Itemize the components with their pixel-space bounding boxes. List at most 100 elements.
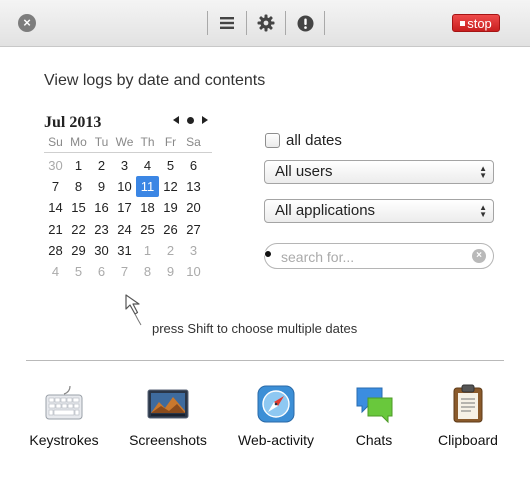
applications-select-value: All applications — [275, 202, 376, 219]
chats-button[interactable]: Chats — [344, 384, 404, 448]
calendar-day[interactable]: 15 — [67, 197, 90, 218]
list-button[interactable] — [208, 10, 246, 36]
next-month-icon[interactable] — [202, 116, 208, 124]
calendar-weekday-row: Su Mo Tu We Th Fr Sa — [44, 134, 212, 153]
calendar-day[interactable]: 2 — [159, 240, 182, 261]
toolbar-button-group — [207, 10, 325, 36]
calendar-day[interactable]: 20 — [182, 197, 205, 218]
calendar-day[interactable]: 1 — [67, 155, 90, 176]
calendar-day[interactable]: 10 — [182, 261, 205, 282]
stop-label: stop — [467, 16, 492, 31]
weekday-label: We — [115, 135, 134, 149]
calendar-day[interactable]: 27 — [182, 219, 205, 240]
calendar-day[interactable]: 6 — [90, 261, 113, 282]
users-select[interactable]: All users ▲ ▼ — [264, 160, 494, 184]
calendar-day[interactable]: 4 — [44, 261, 67, 282]
calendar-day[interactable]: 9 — [159, 261, 182, 282]
calendar-day[interactable]: 7 — [113, 261, 136, 282]
weekday-label: Th — [140, 135, 155, 149]
calendar-day[interactable]: 21 — [44, 219, 67, 240]
calendar-day[interactable]: 25 — [136, 219, 159, 240]
calendar: Jul 2013 Su Mo Tu We Th Fr Sa 30 1 2 3 4 5 6 7 8 9 10 11 1… — [44, 112, 212, 282]
calendar-day[interactable]: 5 — [159, 155, 182, 176]
calendar-day[interactable]: 29 — [67, 240, 90, 261]
calendar-day[interactable]: 4 — [136, 155, 159, 176]
calendar-day[interactable]: 17 — [113, 197, 136, 218]
clipboard-label: Clipboard — [438, 432, 498, 448]
calendar-day[interactable]: 7 — [44, 176, 67, 197]
all-dates-label: all dates — [286, 132, 342, 149]
search-indicator-dot — [264, 250, 272, 258]
section-divider — [26, 360, 504, 361]
stop-button[interactable]: stop — [452, 14, 500, 32]
list-icon — [220, 17, 234, 29]
alert-button[interactable] — [286, 10, 324, 36]
clear-search-icon[interactable]: × — [472, 249, 486, 263]
toolbar-separator — [324, 11, 325, 35]
close-button[interactable]: × — [18, 14, 36, 32]
search-field[interactable]: × — [264, 243, 494, 269]
calendar-day[interactable]: 11 — [136, 176, 159, 198]
calendar-header: Jul 2013 — [44, 112, 212, 134]
calendar-day[interactable]: 30 — [90, 240, 113, 261]
calendar-day[interactable]: 6 — [182, 155, 205, 176]
screenshot-icon — [147, 389, 189, 419]
calendar-day[interactable]: 14 — [44, 197, 67, 218]
screenshots-label: Screenshots — [129, 432, 207, 448]
all-dates-checkbox-row[interactable]: all dates — [265, 132, 342, 149]
calendar-day[interactable]: 19 — [159, 197, 182, 218]
clipboard-icon — [453, 384, 483, 423]
calendar-day[interactable]: 31 — [113, 240, 136, 261]
calendar-day[interactable]: 13 — [182, 176, 205, 197]
keyboard-icon — [45, 385, 83, 420]
multi-date-hint: press Shift to choose multiple dates — [152, 321, 358, 336]
calendar-day[interactable]: 26 — [159, 219, 182, 240]
calendar-day[interactable]: 2 — [90, 155, 113, 176]
calendar-day[interactable]: 3 — [182, 240, 205, 261]
applications-select[interactable]: All applications ▲ ▼ — [264, 199, 494, 223]
calendar-day[interactable]: 22 — [67, 219, 90, 240]
calendar-day[interactable]: 28 — [44, 240, 67, 261]
all-dates-checkbox[interactable] — [265, 133, 280, 148]
keystrokes-label: Keystrokes — [29, 432, 99, 448]
weekday-label: Tu — [94, 135, 109, 149]
weekday-label: Su — [48, 135, 63, 149]
updown-chevron-icon: ▲ ▼ — [479, 164, 487, 180]
calendar-grid: 30 1 2 3 4 5 6 7 8 9 10 11 12 13 14 15 16 17 18 19 20 21 22 23 2… — [44, 155, 212, 282]
calendar-day[interactable]: 5 — [67, 261, 90, 282]
calendar-day[interactable]: 1 — [136, 240, 159, 261]
weekday-label: Fr — [164, 135, 177, 149]
calendar-day[interactable]: 18 — [136, 197, 159, 218]
chat-bubbles-icon — [356, 387, 393, 424]
calendar-day[interactable]: 12 — [159, 176, 182, 197]
calendar-day[interactable]: 16 — [90, 197, 113, 218]
calendar-day[interactable]: 24 — [113, 219, 136, 240]
settings-button[interactable] — [247, 10, 285, 36]
calendar-day[interactable]: 9 — [90, 176, 113, 197]
stop-square-icon — [460, 21, 466, 26]
clipboard-button[interactable]: Clipboard — [428, 384, 508, 448]
alert-icon — [297, 15, 313, 31]
prev-month-icon[interactable] — [173, 116, 179, 124]
today-dot-icon[interactable] — [187, 116, 194, 124]
calendar-day[interactable]: 8 — [67, 176, 90, 197]
calendar-nav — [173, 116, 208, 124]
updown-chevron-icon: ▲ ▼ — [479, 203, 487, 219]
screenshots-button[interactable]: Screenshots — [126, 384, 210, 448]
calendar-day[interactable]: 3 — [113, 155, 136, 176]
calendar-month-label: Jul 2013 — [44, 114, 102, 131]
users-select-value: All users — [275, 163, 333, 180]
gear-icon — [257, 14, 275, 32]
keystrokes-button[interactable]: Keystrokes — [26, 384, 102, 448]
page-heading: View logs by date and contents — [44, 72, 266, 89]
toolbar: × stop — [0, 0, 530, 47]
web-activity-button[interactable]: Web-activity — [230, 384, 322, 448]
calendar-day[interactable]: 30 — [44, 155, 67, 176]
search-input[interactable] — [279, 247, 473, 267]
calendar-day[interactable]: 10 — [113, 176, 136, 197]
pointer-arrow-icon — [125, 294, 142, 326]
chats-label: Chats — [355, 432, 393, 448]
calendar-day[interactable]: 8 — [136, 261, 159, 282]
compass-icon — [257, 385, 295, 423]
calendar-day[interactable]: 23 — [90, 219, 113, 240]
